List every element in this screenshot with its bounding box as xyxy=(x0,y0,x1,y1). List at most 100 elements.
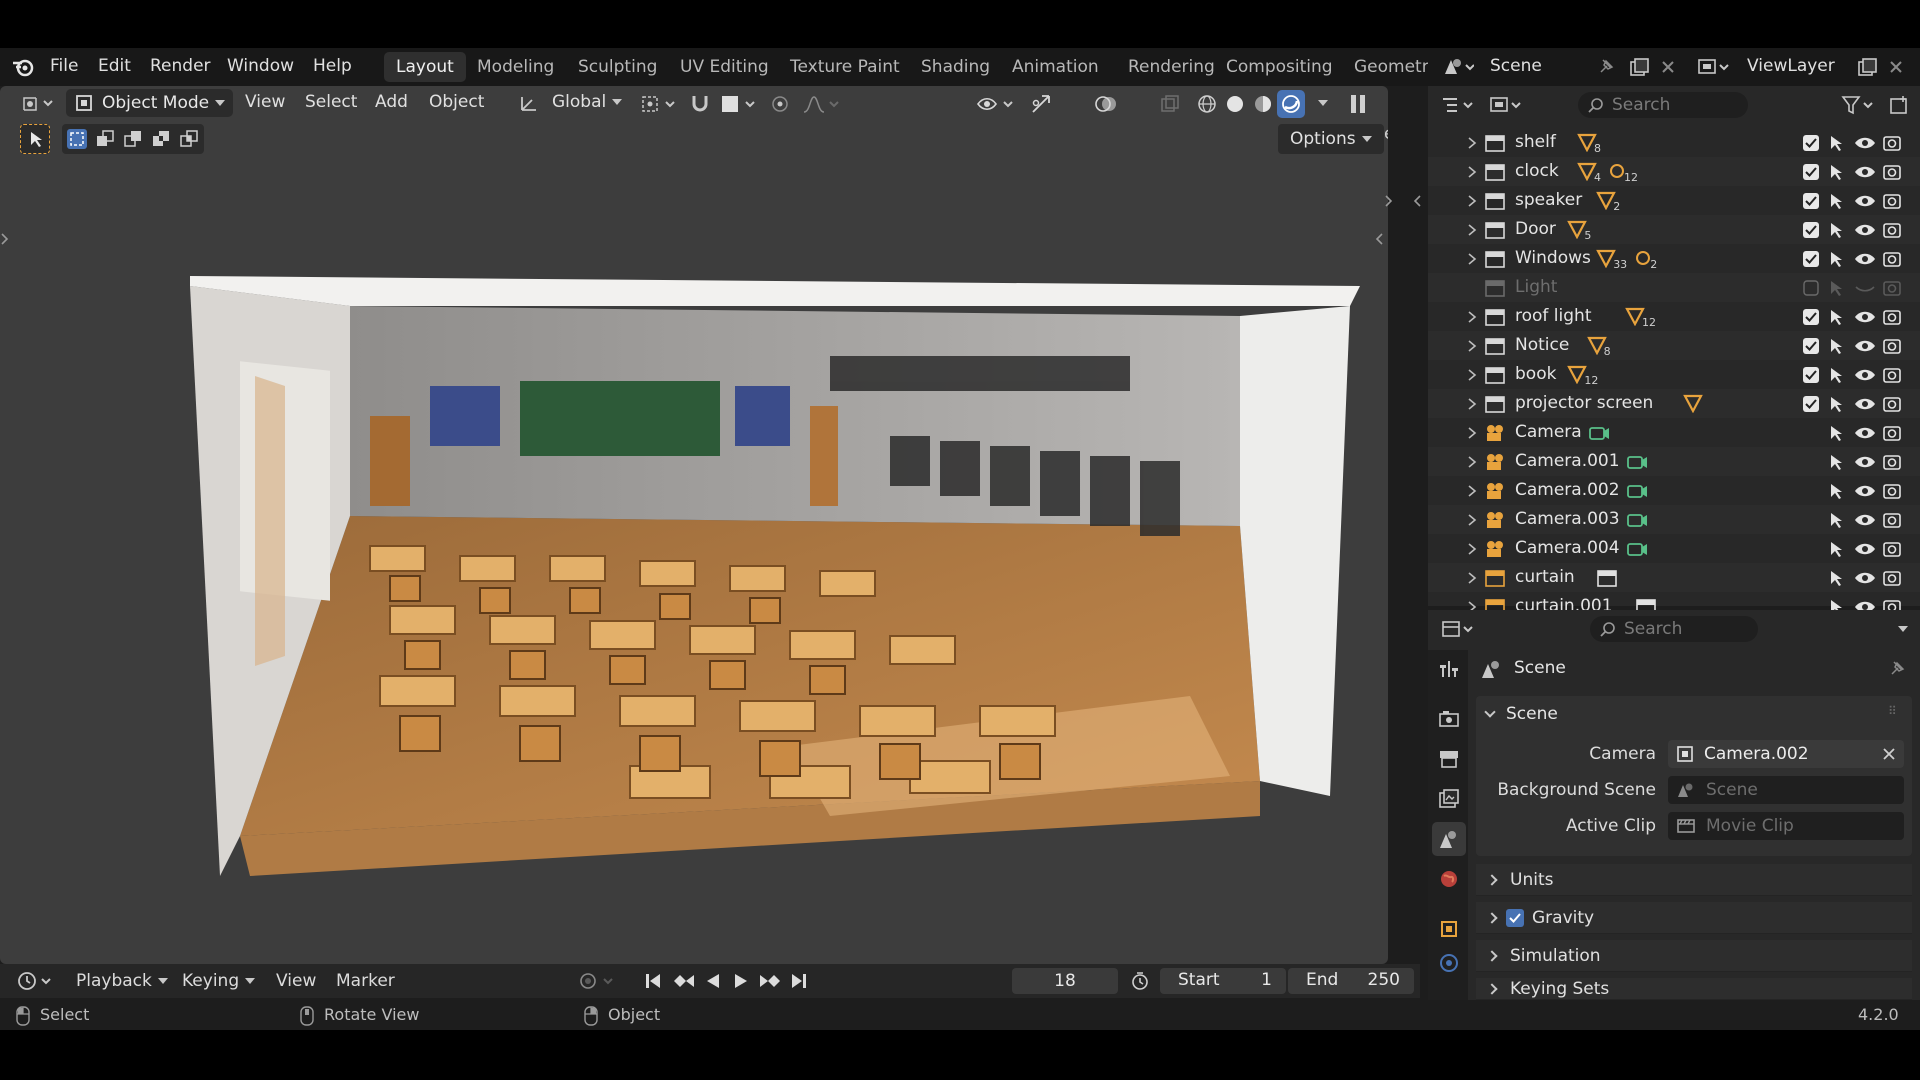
mode-dropdown[interactable]: Object Mode xyxy=(66,89,234,117)
camera-data-icon[interactable] xyxy=(1625,539,1649,559)
filter-icon[interactable] xyxy=(1840,94,1876,116)
background-scene-field[interactable]: Scene xyxy=(1668,776,1904,804)
render-toggle-icon[interactable] xyxy=(1882,366,1902,384)
selectable-toggle-icon[interactable] xyxy=(1828,540,1846,558)
pin-icon[interactable] xyxy=(1597,58,1615,76)
selectable-toggle-icon[interactable] xyxy=(1828,134,1846,152)
gravity-subpanel[interactable]: Gravity xyxy=(1476,902,1912,934)
render-toggle-icon[interactable] xyxy=(1882,308,1902,326)
overlays-icon[interactable] xyxy=(1094,93,1118,115)
selectable-toggle-icon[interactable] xyxy=(1828,366,1846,384)
exclude-checkbox[interactable] xyxy=(1802,221,1820,239)
tab-uv-editing[interactable]: UV Editing xyxy=(668,52,781,82)
outliner-row[interactable]: book 12 xyxy=(1428,360,1920,389)
camera-data-icon[interactable] xyxy=(1625,452,1649,472)
exclude-checkbox[interactable] xyxy=(1802,366,1820,384)
expand-chevron-icon[interactable] xyxy=(1466,426,1478,440)
outliner-row[interactable]: Camera.002 xyxy=(1428,476,1920,505)
new-scene-icon[interactable] xyxy=(1629,57,1651,77)
render-toggle-icon[interactable] xyxy=(1882,511,1902,529)
gravity-checkbox[interactable] xyxy=(1506,908,1524,927)
options-dropdown[interactable]: Options xyxy=(1278,124,1384,154)
menu-render[interactable]: Render xyxy=(150,56,211,76)
menu-help[interactable]: Help xyxy=(313,56,352,76)
wireframe-shading-icon[interactable] xyxy=(1196,93,1218,115)
selectable-toggle-icon[interactable] xyxy=(1828,221,1846,239)
object-tab-icon[interactable] xyxy=(1438,918,1460,940)
pin-icon[interactable] xyxy=(1888,660,1906,678)
visibility-eye-icon[interactable] xyxy=(1854,163,1876,181)
shading-options-chevron-icon[interactable] xyxy=(1318,100,1328,106)
world-tab-icon[interactable] xyxy=(1438,868,1460,890)
exclude-checkbox[interactable] xyxy=(1802,163,1820,181)
menu-add[interactable]: Add xyxy=(375,92,408,112)
visibility-eye-icon[interactable] xyxy=(1854,192,1876,210)
exclude-checkbox[interactable] xyxy=(1802,192,1820,210)
render-toggle-icon[interactable] xyxy=(1882,279,1902,297)
expand-chevron-icon[interactable] xyxy=(1466,310,1478,324)
material-preview-icon[interactable] xyxy=(1252,93,1274,115)
keying-dropdown[interactable]: Keying xyxy=(182,971,256,991)
outliner-row[interactable]: curtain xyxy=(1428,563,1920,592)
tab-modeling[interactable]: Modeling xyxy=(465,52,566,82)
expand-chevron-icon[interactable] xyxy=(1466,136,1478,150)
physics-tab-icon[interactable] xyxy=(1438,952,1460,974)
tab-texture-paint[interactable]: Texture Paint xyxy=(778,52,912,82)
outliner-search-input[interactable]: Search xyxy=(1578,92,1748,118)
properties-options-chevron-icon[interactable] xyxy=(1898,626,1908,632)
camera-data-icon[interactable] xyxy=(1587,423,1611,443)
outliner-row[interactable]: Windows 33 2 xyxy=(1428,244,1920,273)
snap-icon[interactable] xyxy=(688,92,712,116)
selectable-toggle-icon[interactable] xyxy=(1828,163,1846,181)
current-frame-field[interactable]: 18 xyxy=(1012,968,1118,994)
pivot-point-icon[interactable] xyxy=(640,94,678,114)
preview-range-icon[interactable] xyxy=(1130,971,1150,991)
tab-sculpting[interactable]: Sculpting xyxy=(566,52,669,82)
view-layer-icon[interactable] xyxy=(1696,56,1730,78)
expand-chevron-icon[interactable] xyxy=(1466,368,1478,382)
gizmo-icon[interactable] xyxy=(1030,93,1052,115)
menu-view[interactable]: View xyxy=(245,92,285,112)
jump-to-start-icon[interactable] xyxy=(644,972,662,990)
expand-chevron-icon[interactable] xyxy=(1466,194,1478,208)
select-new-icon[interactable] xyxy=(66,128,88,150)
visibility-eye-icon[interactable] xyxy=(1854,395,1876,413)
timeline-editor-type-icon[interactable] xyxy=(16,970,56,992)
tool-tab-icon[interactable] xyxy=(1438,658,1460,680)
jump-to-keyframe-forward-icon[interactable] xyxy=(758,972,782,990)
delete-scene-icon[interactable] xyxy=(1660,59,1676,75)
visibility-eye-icon[interactable] xyxy=(1854,511,1876,529)
auto-keying-icon[interactable] xyxy=(578,971,618,991)
snap-target-icon[interactable] xyxy=(720,94,760,114)
outliner-row[interactable]: Door 5 xyxy=(1428,215,1920,244)
outliner-row[interactable]: Camera xyxy=(1428,418,1920,447)
expand-chevron-icon[interactable] xyxy=(1466,571,1478,585)
timeline-menu-view[interactable]: View xyxy=(276,971,316,991)
transform-orientation-icon[interactable] xyxy=(518,94,540,114)
outliner-row[interactable]: roof light 12 xyxy=(1428,302,1920,331)
selectable-toggle-icon[interactable] xyxy=(1828,279,1846,297)
visibility-eye-icon[interactable] xyxy=(1854,134,1876,152)
selectable-toggle-icon[interactable] xyxy=(1828,395,1846,413)
select-subtract-icon[interactable] xyxy=(122,128,144,150)
scene-name-field[interactable]: Scene xyxy=(1490,56,1542,76)
outliner-row[interactable]: clock 4 12 xyxy=(1428,157,1920,186)
outliner-row[interactable]: Notice 8 xyxy=(1428,331,1920,360)
drag-handle-icon[interactable]: ⠿ xyxy=(1888,704,1897,718)
visibility-eye-icon[interactable] xyxy=(1854,482,1876,500)
scene-icon[interactable] xyxy=(1442,56,1474,78)
selectable-toggle-icon[interactable] xyxy=(1828,569,1846,587)
visibility-eye-icon[interactable] xyxy=(1854,453,1876,471)
selectable-toggle-icon[interactable] xyxy=(1828,453,1846,471)
menu-object[interactable]: Object xyxy=(429,92,484,112)
view-layer-tab-icon[interactable] xyxy=(1438,788,1460,810)
properties-editor-type-icon[interactable] xyxy=(1440,618,1476,640)
outliner-row[interactable]: shelf 8 xyxy=(1428,128,1920,157)
selectable-toggle-icon[interactable] xyxy=(1828,482,1846,500)
play-icon[interactable] xyxy=(732,972,750,990)
render-toggle-icon[interactable] xyxy=(1882,192,1902,210)
visibility-eye-icon[interactable] xyxy=(1854,337,1876,355)
expand-chevron-icon[interactable] xyxy=(1466,455,1478,469)
tab-shading[interactable]: Shading xyxy=(909,52,1002,82)
selectable-toggle-icon[interactable] xyxy=(1828,250,1846,268)
